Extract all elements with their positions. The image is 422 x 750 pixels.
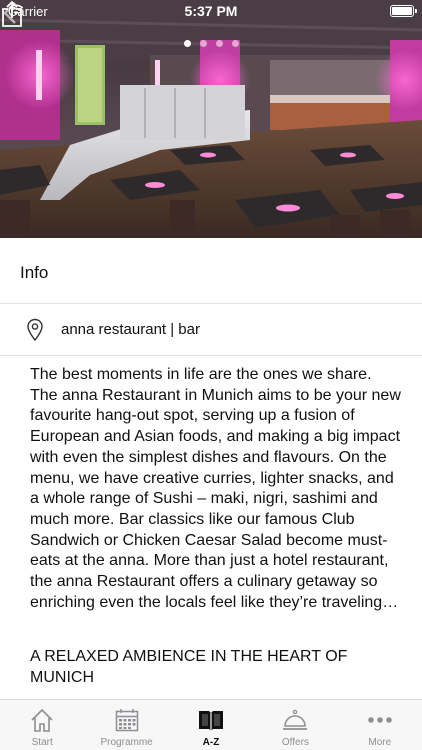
tab-bar: Start Programme A-Z Offers More [0,699,422,750]
section-subheading: A RELAXED AMBIENCE IN THE HEART OF MUNIC… [30,648,348,686]
tab-offers[interactable]: Offers [253,700,337,750]
tab-a-z[interactable]: A-Z [169,700,253,750]
battery-icon [390,5,417,17]
map-pin-icon [27,318,43,342]
tab-label: A-Z [202,737,220,748]
tab-label: Programme [100,737,153,748]
tab-start[interactable]: Start [0,700,84,750]
tab-label: More [368,737,392,748]
page-indicator[interactable] [0,40,422,47]
share-icon[interactable] [0,0,24,28]
book-icon [199,711,224,731]
description-text: The best moments in life are the ones we… [30,366,401,611]
page-dot[interactable] [199,40,207,47]
tab-more[interactable]: More [338,700,422,750]
info-section-header: Info [0,238,422,304]
location-row[interactable]: anna restaurant | bar [0,304,422,356]
more-dots-icon [368,717,392,723]
info-title: Info [20,263,49,282]
status-time: 5:37 PM [184,3,238,19]
calendar-icon [115,709,138,732]
home-icon [31,708,53,732]
service-bell-icon [283,709,308,730]
page-dot[interactable] [231,40,239,47]
tab-label: Start [31,737,53,748]
status-bar: Carrier 5:37 PM [0,0,422,22]
tab-label: Offers [281,737,309,748]
hero-image[interactable]: Carrier 5:37 PM [0,0,422,238]
location-name: anna restaurant | bar [61,321,200,338]
tab-programme[interactable]: Programme [84,700,168,750]
page-dot[interactable] [215,40,223,47]
page-dot[interactable] [183,40,191,47]
restaurant-interior-photo [0,0,422,238]
